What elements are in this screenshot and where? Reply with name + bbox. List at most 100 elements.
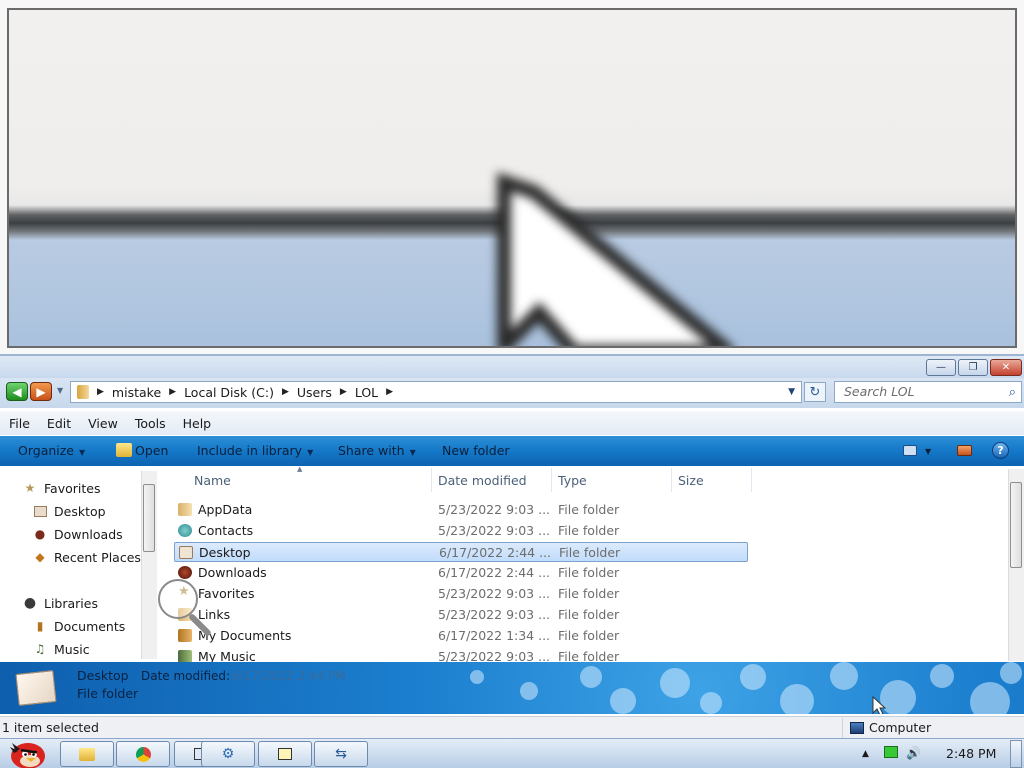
- view-dropdown-icon[interactable]: ▼: [925, 447, 931, 456]
- forward-button[interactable]: ▶: [30, 382, 52, 401]
- start-button[interactable]: [4, 739, 50, 768]
- file-row-appdata[interactable]: AppData 5/23/2022 9:03 ... File folder: [174, 500, 748, 520]
- search-input[interactable]: Search LOL ⌕: [834, 381, 1022, 403]
- sort-indicator-icon: ▲: [297, 465, 303, 473]
- zoom-preview: [0, 0, 1024, 354]
- file-row-downloads[interactable]: Downloads 6/17/2022 2:44 ... File folder: [174, 563, 748, 583]
- open-button[interactable]: Open: [135, 443, 168, 458]
- taskbar-remote-button[interactable]: ⇆: [314, 741, 368, 767]
- menu-file[interactable]: File: [0, 416, 38, 431]
- recent-pages-dropdown[interactable]: ▼: [57, 386, 63, 395]
- mouse-cursor-icon: [872, 696, 886, 714]
- organize-button[interactable]: Organize ▼: [18, 443, 85, 458]
- nav-documents[interactable]: ▮ Documents: [32, 616, 126, 636]
- nav-libraries[interactable]: ● Libraries: [22, 593, 98, 613]
- file-row-contacts[interactable]: Contacts 5/23/2022 9:03 ... File folder: [174, 521, 748, 541]
- open-folder-icon: [116, 443, 132, 457]
- documents-icon: ▮: [36, 619, 44, 633]
- refresh-button[interactable]: ↻: [804, 382, 826, 402]
- chrome-icon: [135, 746, 151, 762]
- file-date: 5/23/2022 9:03 ...: [438, 607, 551, 622]
- close-button[interactable]: ✕: [990, 359, 1022, 376]
- file-name: Links: [198, 607, 231, 622]
- bokeh-decoration: [780, 684, 814, 714]
- volume-icon[interactable]: 🔊: [906, 746, 921, 760]
- column-divider[interactable]: [551, 468, 552, 492]
- file-name: AppData: [198, 502, 253, 517]
- column-header-size[interactable]: Size: [678, 467, 704, 493]
- network-tray-icon[interactable]: [884, 746, 898, 761]
- nav-downloads[interactable]: ● Downloads: [32, 524, 123, 544]
- file-date: 6/17/2022 1:34 ...: [438, 628, 551, 643]
- preview-pane-icon[interactable]: [957, 445, 972, 456]
- bokeh-decoration: [520, 682, 538, 700]
- breadcrumb-lol[interactable]: LOL: [355, 382, 378, 402]
- bokeh-decoration: [970, 682, 1010, 714]
- file-type: File folder: [558, 607, 620, 622]
- breadcrumb-mistake[interactable]: mistake: [112, 382, 161, 402]
- column-divider[interactable]: [671, 468, 672, 492]
- breadcrumb-local-disk[interactable]: Local Disk (C:): [184, 382, 274, 402]
- new-folder-button[interactable]: New folder: [442, 443, 510, 458]
- file-list-scrollbar-thumb[interactable]: [1010, 482, 1022, 568]
- column-header-type[interactable]: Type: [558, 467, 587, 493]
- column-header-name[interactable]: Name: [194, 467, 231, 493]
- breadcrumb-separator: ▶: [386, 387, 394, 397]
- menu-view[interactable]: View: [79, 416, 126, 431]
- minimize-button[interactable]: —: [926, 359, 956, 376]
- bokeh-decoration: [830, 662, 858, 690]
- nav-recent-places[interactable]: ◆ Recent Places: [32, 547, 141, 567]
- recent-places-icon: ◆: [35, 550, 45, 564]
- menu-tools[interactable]: Tools: [126, 416, 174, 431]
- change-view-icon[interactable]: [903, 445, 917, 456]
- downloads-icon: [178, 566, 192, 579]
- notepad-icon: [278, 748, 292, 760]
- taskbar-explorer-button[interactable]: [60, 741, 114, 767]
- address-dropdown-icon[interactable]: ▼: [788, 387, 795, 397]
- music-icon: [178, 650, 192, 662]
- menu-edit[interactable]: Edit: [38, 416, 79, 431]
- clock[interactable]: 2:48 PM: [946, 746, 996, 761]
- nav-scrollbar-thumb[interactable]: [143, 484, 155, 552]
- file-row-my-music[interactable]: My Music 5/23/2022 9:03 ... File folder: [174, 647, 748, 662]
- show-desktop-button[interactable]: [1010, 740, 1022, 768]
- address-bar[interactable]: ▶ mistake ▶ Local Disk (C:) ▶ Users ▶ LO…: [70, 381, 802, 403]
- include-in-library-button[interactable]: Include in library ▼: [197, 443, 313, 458]
- file-row-links[interactable]: Links 5/23/2022 9:03 ... File folder: [174, 605, 748, 625]
- restore-button[interactable]: ❐: [958, 359, 988, 376]
- menu-help[interactable]: Help: [174, 416, 220, 431]
- file-row-desktop[interactable]: Desktop 6/17/2022 2:44 ... File folder: [174, 542, 748, 562]
- zoom-preview-frame: [7, 8, 1017, 348]
- search-placeholder: Search LOL: [844, 384, 915, 399]
- back-button[interactable]: ◀: [6, 382, 28, 401]
- taskbar-notepad-button[interactable]: [258, 741, 312, 767]
- file-row-my-documents[interactable]: My Documents 6/17/2022 1:34 ... File fol…: [174, 626, 748, 646]
- share-with-button[interactable]: Share with ▼: [338, 443, 416, 458]
- show-hidden-icons[interactable]: ▲: [862, 749, 869, 759]
- nav-desktop[interactable]: Desktop: [32, 501, 106, 521]
- star-icon: ★: [24, 481, 36, 495]
- file-name: My Music: [198, 649, 256, 662]
- network-icon: ⇆: [335, 746, 347, 762]
- desktop-large-icon: [15, 670, 57, 706]
- file-date: 6/17/2022 2:44 ...: [439, 545, 552, 560]
- taskbar-control-panel-button[interactable]: ⚙: [201, 741, 255, 767]
- column-divider[interactable]: [431, 468, 432, 492]
- file-type: File folder: [558, 523, 620, 538]
- breadcrumb-users[interactable]: Users: [297, 382, 332, 402]
- folder-icon: [178, 503, 192, 516]
- status-location: Computer: [850, 720, 931, 735]
- taskbar-chrome-button[interactable]: [116, 741, 170, 767]
- command-bar: Organize ▼ Open Include in library ▼ Share…: [0, 436, 1024, 466]
- window-titlebar: — ❐ ✕: [0, 354, 1024, 378]
- column-divider[interactable]: [751, 468, 752, 492]
- folder-icon: [79, 747, 95, 761]
- help-icon[interactable]: ?: [992, 442, 1009, 459]
- zoomed-cursor-icon: [497, 172, 733, 346]
- column-header-date[interactable]: Date modified: [438, 467, 527, 493]
- search-icon[interactable]: ⌕: [1009, 383, 1016, 403]
- bokeh-decoration: [740, 664, 766, 690]
- file-row-favorites[interactable]: ★ Favorites 5/23/2022 9:03 ... File fold…: [174, 584, 748, 604]
- nav-music[interactable]: ♫ Music: [32, 639, 90, 659]
- nav-favorites[interactable]: ★ Favorites: [22, 478, 101, 498]
